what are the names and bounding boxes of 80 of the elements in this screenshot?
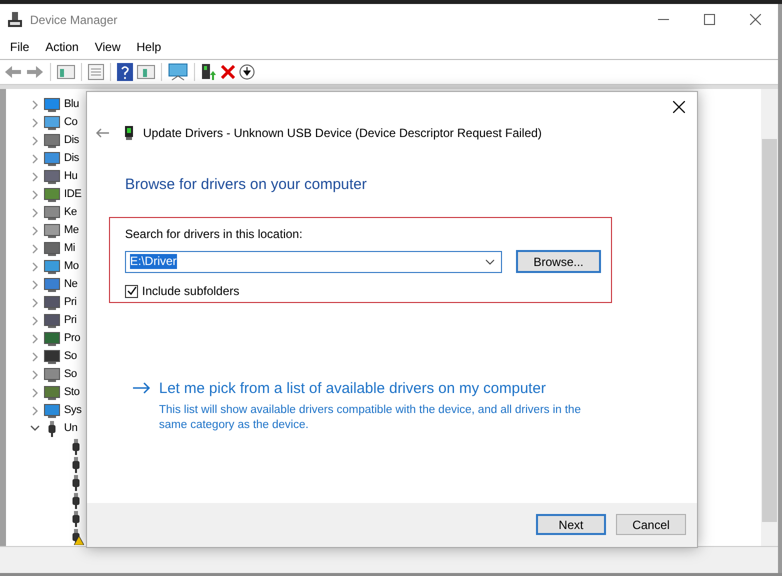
checkbox[interactable]: [125, 284, 138, 298]
device-icon: [44, 278, 60, 292]
location-label: Search for drivers in this location:: [125, 226, 304, 243]
device-icon: [44, 170, 60, 184]
device-icon: [44, 188, 60, 202]
checkbox-label[interactable]: Include subfolders: [142, 282, 240, 300]
tree-item[interactable]: Hu: [64, 168, 78, 185]
device-icon: [44, 386, 60, 400]
menu-item[interactable]: Action: [37, 38, 87, 56]
dialog-title: Update Drivers - Unknown USB Device (Device Descriptor Request Failed): [143, 124, 542, 142]
back-arrow-icon[interactable]: [96, 128, 109, 138]
device-icon: [44, 206, 60, 220]
location-combo-box[interactable]: E:\Driver: [125, 250, 502, 272]
maximize-icon: [704, 14, 714, 25]
scrollbar-thumb[interactable]: [762, 138, 777, 522]
action-pane-icon[interactable]: [137, 64, 155, 78]
tree-item[interactable]: Co: [64, 114, 78, 131]
device-icon: [44, 314, 60, 328]
usb-plug-icon: [72, 474, 80, 490]
tree-item[interactable]: Un: [64, 420, 78, 437]
tree-item[interactable]: Mo: [64, 258, 79, 275]
device-icon: [44, 224, 60, 238]
tree-item[interactable]: Mi: [64, 240, 76, 257]
browse-button[interactable]: Browse...: [516, 250, 601, 273]
tree-item[interactable]: Dis: [64, 132, 79, 149]
tree-item[interactable]: Sys: [64, 402, 82, 419]
computer-icon: [8, 12, 22, 28]
help-icon[interactable]: [117, 62, 133, 80]
close-icon[interactable]: [673, 100, 687, 114]
dialog-button[interactable]: Next: [536, 514, 606, 535]
forward-arrow-icon[interactable]: [26, 64, 44, 78]
monitor-icon[interactable]: [168, 62, 188, 80]
pick-driver-description: This list will show available drivers compatible with the device, and all drivers in the same category as the device.: [159, 402, 582, 432]
tree-item[interactable]: Pri: [64, 312, 77, 329]
usb-device-icon: [125, 126, 133, 140]
tree-item[interactable]: Dis: [64, 150, 79, 167]
back-arrow-icon[interactable]: [4, 64, 22, 78]
device-icon: [44, 260, 60, 274]
device-icon: [44, 116, 60, 130]
tree-item[interactable]: So: [64, 348, 77, 365]
menu-item[interactable]: Help: [128, 38, 170, 56]
tree-item[interactable]: Sto: [64, 384, 80, 401]
menu-item[interactable]: View: [86, 38, 128, 56]
tree-item[interactable]: Me: [64, 222, 79, 239]
delete-x-icon[interactable]: [221, 64, 235, 78]
usb-plug-icon: [72, 492, 80, 508]
pick-driver-link[interactable]: Let me pick from a list of available drivers on my computer: [159, 378, 609, 400]
right-arrow-icon[interactable]: [133, 382, 151, 394]
tree-item[interactable]: So: [64, 366, 77, 383]
tree-item[interactable]: Pri: [64, 294, 77, 311]
device-icon: [44, 242, 60, 256]
tree-item[interactable]: IDE: [64, 186, 82, 203]
console-tree-icon[interactable]: [57, 64, 75, 78]
tree-item[interactable]: Ne: [64, 276, 78, 293]
dropdown-caret-icon[interactable]: [485, 258, 495, 264]
menu-item[interactable]: File: [2, 38, 38, 56]
tree-item[interactable]: Pro: [64, 330, 80, 347]
device-icon: [44, 296, 60, 310]
update-driver-icon[interactable]: [201, 62, 217, 80]
device-icon: [44, 98, 60, 112]
usb-plug-icon: [48, 420, 56, 436]
device-icon: [44, 350, 60, 364]
window-title: Device Manager: [30, 12, 118, 28]
chevron-down-icon[interactable]: [30, 425, 40, 432]
minimize-icon: [658, 18, 668, 20]
device-icon: [44, 368, 60, 382]
device-icon: [44, 404, 60, 418]
device-icon: [44, 332, 60, 346]
device-icon: [44, 152, 60, 166]
device-icon: [44, 134, 60, 148]
dialog-heading: Browse for drivers on your computer: [125, 174, 368, 194]
tree-item[interactable]: Ke: [64, 204, 77, 221]
usb-plug-icon: [72, 510, 80, 526]
scrollbar[interactable]: [761, 88, 778, 546]
usb-plug-icon: [72, 456, 80, 472]
close-icon: [750, 14, 760, 25]
tree-item[interactable]: Blu: [64, 96, 79, 113]
properties-icon[interactable]: [88, 64, 104, 80]
usb-plug-icon: [72, 438, 80, 454]
dialog-button[interactable]: Cancel: [616, 514, 686, 535]
